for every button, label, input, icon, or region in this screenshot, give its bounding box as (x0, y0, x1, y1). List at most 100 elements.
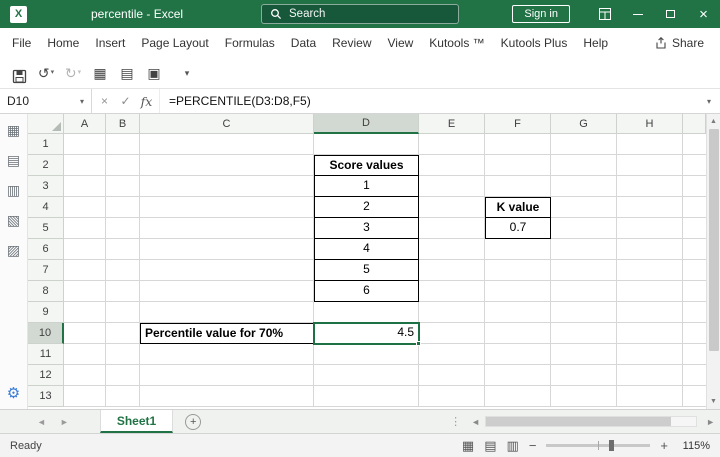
cell-A1[interactable] (64, 134, 106, 155)
cell-B2[interactable] (106, 155, 140, 176)
cell-D11[interactable] (314, 344, 419, 365)
cell-C2[interactable] (140, 155, 314, 176)
zoom-slider-thumb[interactable] (608, 440, 614, 451)
column-header-F[interactable]: F (485, 114, 551, 134)
qat-custom-icon-2[interactable]: ▤ (116, 62, 138, 84)
ribbon-display-options-icon[interactable] (588, 0, 621, 28)
cell-B3[interactable] (106, 176, 140, 197)
cell-C5[interactable] (140, 218, 314, 239)
row-header-13[interactable]: 13 (28, 386, 64, 407)
cell-E9[interactable] (419, 302, 485, 323)
row-header-6[interactable]: 6 (28, 239, 64, 260)
menu-tab-view[interactable]: View (380, 28, 422, 58)
cell-F6[interactable] (485, 239, 551, 260)
cell-C7[interactable] (140, 260, 314, 281)
cell-H11[interactable] (617, 344, 683, 365)
cell-G6[interactable] (551, 239, 617, 260)
minimize-button[interactable] (621, 0, 654, 28)
undo-button[interactable]: ↺ ▾ (35, 62, 57, 84)
row-header-7[interactable]: 7 (28, 260, 64, 281)
formula-input[interactable] (160, 94, 698, 108)
row-header-5[interactable]: 5 (28, 218, 64, 239)
cell-G2[interactable] (551, 155, 617, 176)
cell-A3[interactable] (64, 176, 106, 197)
hscroll-left-icon[interactable]: ◄ (466, 417, 485, 427)
qat-customize-icon[interactable]: ▾ (176, 62, 198, 84)
cell-E8[interactable] (419, 281, 485, 302)
cell-F10[interactable] (485, 323, 551, 344)
cell-G9[interactable] (551, 302, 617, 323)
sheet-tab-sheet1[interactable]: Sheet1 (99, 410, 174, 433)
cell-E3[interactable] (419, 176, 485, 197)
row-header-2[interactable]: 2 (28, 155, 64, 176)
cell-D2[interactable]: Score values (314, 155, 419, 176)
cell-G13[interactable] (551, 386, 617, 407)
qat-custom-icon-1[interactable]: ▦ (89, 62, 111, 84)
row-header-4[interactable]: 4 (28, 197, 64, 218)
cell-A6[interactable] (64, 239, 106, 260)
name-box-dropdown-icon[interactable]: ▾ (80, 97, 84, 106)
cell-H7[interactable] (617, 260, 683, 281)
cell-G3[interactable] (551, 176, 617, 197)
cell-C12[interactable] (140, 365, 314, 386)
cell-C9[interactable] (140, 302, 314, 323)
cell-D12[interactable] (314, 365, 419, 386)
cell-B8[interactable] (106, 281, 140, 302)
cell-F5[interactable]: 0.7 (485, 218, 551, 239)
cell-A10[interactable] (64, 323, 106, 344)
cell-B10[interactable] (106, 323, 140, 344)
cell-A2[interactable] (64, 155, 106, 176)
horizontal-scroll-thumb[interactable] (486, 417, 671, 426)
cell-D10[interactable]: 4.5 (313, 322, 421, 346)
cell-D6[interactable]: 4 (314, 239, 419, 260)
sheet-nav-left-icon[interactable]: ◄ (30, 417, 53, 427)
cell-H13[interactable] (617, 386, 683, 407)
cell-B13[interactable] (106, 386, 140, 407)
cell-E4[interactable] (419, 197, 485, 218)
cell-A12[interactable] (64, 365, 106, 386)
cell-E1[interactable] (419, 134, 485, 155)
menu-tab-kutools-plus[interactable]: Kutools Plus (493, 28, 576, 58)
redo-button[interactable]: ↻ ▾ (62, 62, 84, 84)
share-button[interactable]: Share (643, 36, 716, 50)
cell-D3[interactable]: 1 (314, 176, 419, 197)
cell-D9[interactable] (314, 302, 419, 323)
cell-B1[interactable] (106, 134, 140, 155)
cell-G8[interactable] (551, 281, 617, 302)
cell-H12[interactable] (617, 365, 683, 386)
cell-H6[interactable] (617, 239, 683, 260)
cell-A4[interactable] (64, 197, 106, 218)
cell-B11[interactable] (106, 344, 140, 365)
kutools-sidebar-icon-5[interactable]: ▨ (7, 243, 20, 257)
kutools-sidebar-icon-2[interactable]: ▤ (7, 153, 20, 167)
cell-A13[interactable] (64, 386, 106, 407)
cell-B12[interactable] (106, 365, 140, 386)
row-header-12[interactable]: 12 (28, 365, 64, 386)
cell-H10[interactable] (617, 323, 683, 344)
cell-F8[interactable] (485, 281, 551, 302)
row-header-11[interactable]: 11 (28, 344, 64, 365)
formula-bar-expand-icon[interactable]: ▾ (698, 97, 720, 106)
column-header-D[interactable]: D (314, 114, 419, 134)
kutools-sidebar-icon-1[interactable]: ▦ (7, 123, 20, 137)
menu-tab-formulas[interactable]: Formulas (217, 28, 283, 58)
vertical-scroll-thumb[interactable] (708, 129, 719, 351)
column-header-E[interactable]: E (419, 114, 485, 134)
cell-C8[interactable] (140, 281, 314, 302)
zoom-level[interactable]: 115% (678, 440, 710, 452)
sign-in-button[interactable]: Sign in (512, 5, 570, 23)
tab-splitter-icon[interactable]: ⋮ (445, 415, 466, 428)
cell-H5[interactable] (617, 218, 683, 239)
page-layout-view-button[interactable]: ▤ (484, 438, 496, 454)
enter-button[interactable]: ✓ (115, 94, 136, 108)
cell-D13[interactable] (314, 386, 419, 407)
cell-G11[interactable] (551, 344, 617, 365)
cancel-button[interactable]: × (94, 94, 115, 108)
horizontal-scrollbar[interactable] (485, 416, 698, 427)
restore-button[interactable] (654, 0, 687, 28)
cell-E12[interactable] (419, 365, 485, 386)
cell-G1[interactable] (551, 134, 617, 155)
zoom-slider[interactable] (546, 440, 651, 451)
cell-F2[interactable] (485, 155, 551, 176)
menu-tab-help[interactable]: Help (575, 28, 616, 58)
